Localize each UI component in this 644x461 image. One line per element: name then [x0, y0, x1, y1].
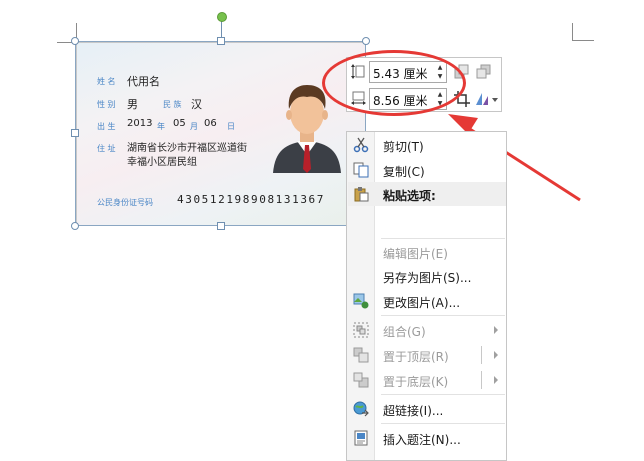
- menu-item-copy[interactable]: 复制(C): [348, 158, 506, 182]
- hyperlink-icon: [353, 401, 369, 417]
- menu-item-change-picture[interactable]: 更改图片(A)...: [348, 289, 506, 313]
- bring-to-front-icon: [353, 347, 369, 363]
- send-to-back-icon: [353, 372, 369, 388]
- submenu-arrow-icon[interactable]: [494, 376, 498, 384]
- copy-icon: [353, 162, 369, 178]
- scissors-icon: [353, 137, 369, 153]
- context-menu: 剪切(T) 复制(C) 粘贴选项: 编辑图片(E) 另存为图片(S)... 更改…: [346, 131, 507, 461]
- menu-separator: [381, 238, 505, 239]
- submenu-arrow-icon: [494, 326, 498, 334]
- menu-separator: [381, 423, 505, 424]
- menu-label-hyperlink: 超链接(I)...: [383, 404, 444, 418]
- menu-label-send-to-back: 置于底层(K): [383, 375, 449, 389]
- menu-separator: [381, 394, 505, 395]
- menu-label-change-picture: 更改图片(A)...: [383, 296, 461, 310]
- menu-label-insert-caption: 插入题注(N)...: [383, 433, 461, 447]
- menu-item-send-to-back[interactable]: 置于底层(K): [348, 368, 506, 392]
- menu-label-bring-to-front: 置于顶层(R): [383, 350, 449, 364]
- menu-item-hyperlink[interactable]: 超链接(I)...: [348, 397, 506, 421]
- menu-separator: [381, 315, 505, 316]
- menu-header-paste-options: 粘贴选项:: [348, 182, 506, 206]
- split-divider: [481, 371, 482, 389]
- menu-label-group: 组合(G): [383, 325, 426, 339]
- menu-label-save-as-picture: 另存为图片(S)...: [383, 271, 472, 285]
- menu-item-save-as-picture[interactable]: 另存为图片(S)...: [348, 264, 506, 288]
- insert-caption-icon: [354, 430, 368, 446]
- menu-label-copy: 复制(C): [383, 165, 425, 179]
- menu-label-paste-options: 粘贴选项:: [383, 189, 436, 203]
- menu-item-edit-picture[interactable]: 编辑图片(E): [348, 240, 506, 264]
- red-annotation-arrow: [448, 114, 581, 202]
- menu-item-group[interactable]: 组合(G): [348, 318, 506, 342]
- change-picture-icon: [353, 293, 369, 309]
- menu-label-edit-picture: 编辑图片(E): [383, 247, 448, 261]
- menu-label-cut: 剪切(T): [383, 140, 424, 154]
- group-icon: [353, 322, 369, 338]
- split-divider: [481, 346, 482, 364]
- menu-item-cut[interactable]: 剪切(T): [348, 133, 506, 157]
- paste-icon: [354, 187, 369, 202]
- submenu-arrow-icon[interactable]: [494, 351, 498, 359]
- menu-item-insert-caption[interactable]: 插入题注(N)...: [348, 426, 506, 450]
- menu-item-bring-to-front[interactable]: 置于顶层(R): [348, 343, 506, 367]
